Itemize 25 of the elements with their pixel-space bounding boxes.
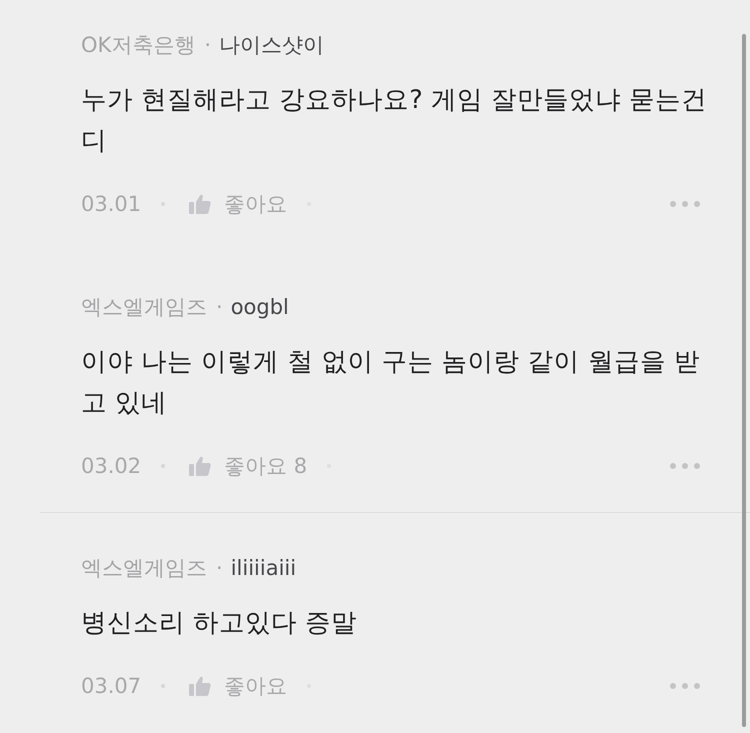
- comment-date: 03.02: [81, 454, 142, 478]
- more-icon: [670, 463, 700, 469]
- thumbs-up-icon: [189, 676, 212, 696]
- separator-dot: ·: [216, 295, 223, 319]
- scrollbar-thumb[interactable]: [742, 34, 746, 727]
- like-button[interactable]: 좋아요 8: [189, 452, 308, 480]
- separator-dot: ·: [204, 33, 211, 57]
- author-name: iliiiiaiii: [230, 556, 296, 580]
- company-name: 엑스엘게임즈: [81, 555, 207, 582]
- thumbs-up-icon: [189, 194, 212, 214]
- author-name: oogbl: [230, 295, 289, 319]
- like-button[interactable]: 좋아요: [189, 672, 288, 700]
- company-name: OK저축은행: [81, 32, 196, 59]
- comment-text: 누가 현질해라고 강요하나요? 게임 잘만들었냐 묻는건디: [81, 84, 708, 158]
- like-button[interactable]: 좋아요: [189, 190, 288, 218]
- author-name: 나이스샷이: [219, 32, 324, 59]
- comment-date: 03.01: [81, 192, 142, 216]
- comment-text: 병신소리 하고있다 증말: [81, 607, 358, 640]
- separator-dot: ·: [216, 556, 223, 580]
- more-icon: [670, 201, 700, 207]
- company-name: 엑스엘게임즈: [81, 294, 207, 321]
- more-icon: [670, 683, 700, 689]
- comment-text: 이야 나는 이렇게 철 없이 구는 놈이랑 같이 월급을 받고 있네: [81, 346, 701, 420]
- thumbs-up-icon: [189, 456, 212, 476]
- comment-date: 03.07: [81, 674, 142, 698]
